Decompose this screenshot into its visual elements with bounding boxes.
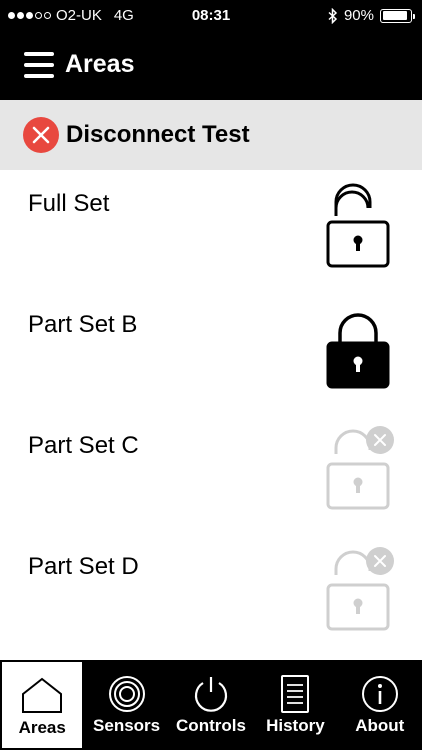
nav-header: Areas bbox=[0, 32, 422, 100]
bluetooth-icon bbox=[328, 7, 338, 24]
info-icon bbox=[361, 676, 398, 712]
battery-fill bbox=[382, 11, 407, 20]
tab-sensors[interactable]: Sensors bbox=[84, 660, 168, 750]
tab-label: History bbox=[266, 716, 325, 735]
tab-about[interactable]: About bbox=[338, 660, 422, 750]
power-icon bbox=[194, 677, 228, 712]
house-icon bbox=[22, 677, 63, 713]
locked-padlock-icon[interactable] bbox=[322, 303, 394, 395]
battery-tip bbox=[412, 13, 415, 19]
tab-history[interactable]: History bbox=[253, 660, 337, 750]
battery-icon bbox=[380, 8, 415, 23]
tab-label: Sensors bbox=[93, 716, 161, 735]
unlocked-padlock-icon[interactable] bbox=[322, 182, 394, 274]
battery-percent: 90% bbox=[343, 7, 374, 24]
area-row-full-set[interactable]: Full Set bbox=[0, 172, 422, 293]
tab-controls[interactable]: Controls bbox=[169, 660, 253, 750]
area-label: Part Set D bbox=[28, 553, 139, 580]
sensor-icon bbox=[108, 676, 145, 712]
status-right: 90% bbox=[328, 7, 415, 24]
tab-label: Areas bbox=[18, 718, 66, 737]
area-row-part-set-c[interactable]: Part Set C bbox=[0, 414, 422, 535]
tab-label: Controls bbox=[176, 716, 246, 735]
menu-icon[interactable] bbox=[24, 50, 54, 80]
unlocked-padlock-disabled-icon[interactable] bbox=[322, 545, 394, 637]
tab-bar: Areas Sensors Controls History About bbox=[0, 660, 422, 750]
area-label: Part Set C bbox=[28, 432, 139, 459]
area-row-part-set-b[interactable]: Part Set B bbox=[0, 293, 422, 414]
page-title: Areas bbox=[65, 50, 135, 78]
area-label: Full Set bbox=[28, 190, 110, 217]
tab-areas[interactable]: Areas bbox=[0, 660, 85, 750]
banner-title: Disconnect Test bbox=[66, 121, 250, 148]
unlocked-padlock-disabled-icon[interactable] bbox=[322, 424, 394, 516]
area-label: Part Set B bbox=[28, 311, 138, 338]
area-row-part-set-d[interactable]: Part Set D bbox=[0, 535, 422, 656]
document-icon bbox=[281, 675, 310, 713]
close-circle-icon[interactable] bbox=[23, 117, 59, 153]
tab-label: About bbox=[355, 716, 405, 735]
status-bar: O2-UK 4G 08:31 90% bbox=[0, 0, 422, 32]
disconnect-banner[interactable]: Disconnect Test bbox=[0, 100, 422, 170]
